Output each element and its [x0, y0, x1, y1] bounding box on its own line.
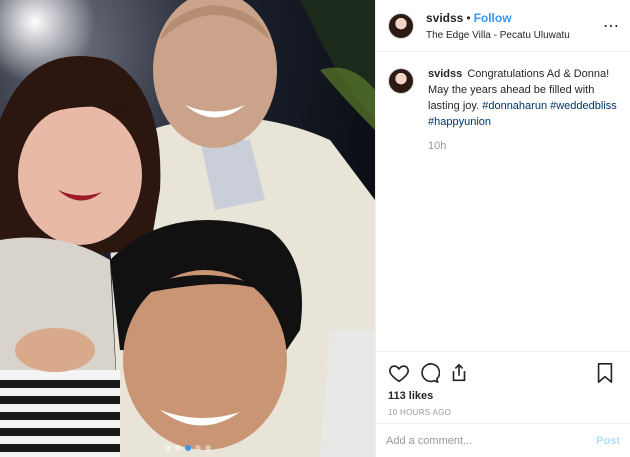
carousel-indicator — [0, 445, 375, 451]
posted-timestamp: 10 HOURS AGO — [388, 408, 452, 417]
hashtag-link[interactable]: #weddedbliss — [550, 100, 617, 112]
carousel-dot[interactable] — [174, 445, 181, 451]
action-bar: 113 likes 10 HOURS AGO — [376, 351, 630, 417]
header-meta: svidss • Follow The Edge Villa - Pecatu Ul… — [426, 8, 570, 43]
avatar[interactable] — [388, 68, 414, 94]
photo-illustration — [0, 0, 375, 457]
separator-dot: • — [466, 11, 471, 26]
hashtag-link[interactable]: #happyunion — [428, 116, 491, 128]
post-comment-button[interactable]: Post — [596, 435, 620, 447]
post-header: svidss • Follow The Edge Villa - Pecatu Ul… — [376, 0, 630, 52]
caption-row: svidss Congratulations Ad & Donna! May t… — [388, 66, 618, 130]
add-comment-bar: Post — [376, 423, 630, 457]
post-side-panel: svidss • Follow The Edge Villa - Pecatu Ul… — [375, 0, 630, 457]
carousel-dot[interactable] — [204, 445, 211, 451]
hashtag-link[interactable]: #donnaharun — [482, 100, 547, 112]
likes-count[interactable]: 113 likes — [388, 390, 618, 402]
carousel-dot-active[interactable] — [184, 445, 191, 451]
caption-time: 10h — [428, 140, 447, 152]
caption-username-link[interactable]: svidss — [428, 68, 462, 80]
carousel-dot[interactable] — [164, 445, 171, 451]
share-icon[interactable] — [448, 362, 470, 384]
comment-icon[interactable] — [418, 362, 441, 384]
follow-button[interactable]: Follow — [474, 11, 512, 25]
bookmark-icon[interactable] — [594, 362, 616, 384]
comment-input[interactable] — [386, 434, 597, 447]
post-photo[interactable] — [0, 0, 375, 457]
avatar[interactable] — [388, 12, 414, 39]
carousel-dot[interactable] — [194, 445, 201, 451]
heart-icon[interactable] — [388, 362, 410, 384]
ellipsis-icon[interactable]: ⋯ — [603, 16, 620, 36]
location-link[interactable]: The Edge Villa - Pecatu Uluwatu — [426, 30, 570, 43]
username-link[interactable]: svidss — [426, 11, 463, 25]
caption-text: svidss Congratulations Ad & Donna! May t… — [428, 66, 618, 130]
comments-section: svidss Congratulations Ad & Donna! May t… — [376, 52, 630, 352]
action-icons-row — [388, 358, 618, 388]
